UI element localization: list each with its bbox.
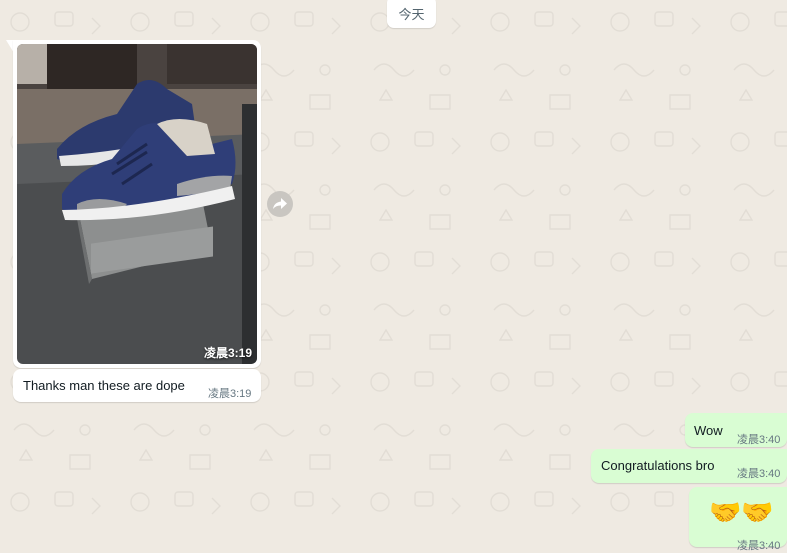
handshake-emoji: 🤝🤝 <box>709 497 774 527</box>
message-text: Wow <box>694 423 723 438</box>
shoe-photo[interactable]: 凌晨3:19 <box>17 44 257 364</box>
message-text: Thanks man these are dope <box>23 378 185 393</box>
outgoing-text-bubble: Congratulations bro 凌晨3:40 <box>591 449 787 483</box>
message-timestamp: 凌晨3:40 <box>737 434 781 446</box>
message-timestamp: 凌晨3:19 <box>208 388 252 400</box>
incoming-text-bubble: Thanks man these are dope 凌晨3:19 <box>13 369 261 402</box>
message-timestamp: 凌晨3:40 <box>737 468 781 480</box>
forward-arrow-icon <box>273 198 287 209</box>
image-timestamp: 凌晨3:19 <box>203 346 252 360</box>
date-divider-label: 今天 <box>398 6 425 22</box>
message-timestamp: 凌晨3:40 <box>737 540 781 552</box>
shoe-photo-icon <box>17 44 257 364</box>
outgoing-text-bubble: Wow 凌晨3:40 <box>685 413 787 447</box>
forward-button[interactable] <box>267 191 293 217</box>
message-text: Congratulations bro <box>601 458 715 473</box>
outgoing-emoji-bubble: 🤝🤝 凌晨3:40 <box>689 487 787 552</box>
date-divider: 今天 <box>387 0 436 28</box>
